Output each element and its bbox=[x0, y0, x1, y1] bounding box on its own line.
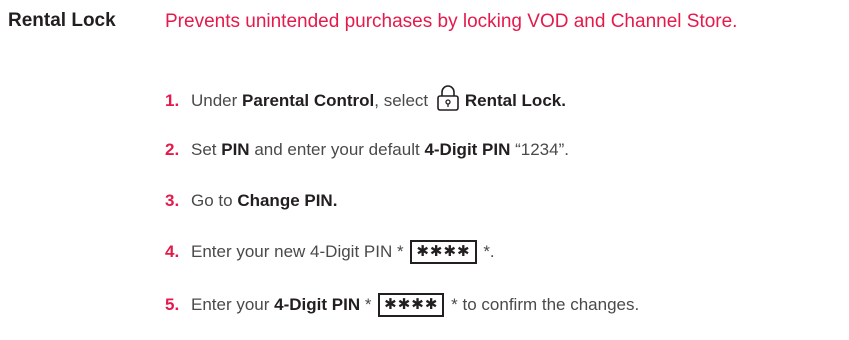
step-4: 4. Enter your new 4-Digit PIN * ✱✱✱✱ *. bbox=[165, 240, 495, 264]
section-term: Rental Lock bbox=[8, 10, 116, 31]
pin-label: 4-Digit PIN bbox=[274, 295, 361, 314]
step-number: 1. bbox=[165, 91, 180, 110]
step-number: 5. bbox=[165, 295, 180, 314]
step-2: 2. Set PIN and enter your default 4-Digit… bbox=[165, 138, 569, 162]
section-description: Prevents unintended purchases by locking… bbox=[165, 11, 738, 32]
pin-entry-box: ✱✱✱✱ bbox=[410, 240, 477, 264]
step-5: 5. Enter your 4-Digit PIN * ✱✱✱✱ * to con… bbox=[165, 293, 639, 317]
step-3: 3. Go to Change PIN. bbox=[165, 189, 337, 213]
step-number: 4. bbox=[165, 242, 180, 261]
menu-item: Change PIN. bbox=[237, 191, 338, 210]
menu-item: PIN bbox=[221, 140, 250, 159]
pin-entry-box: ✱✱✱✱ bbox=[378, 293, 445, 317]
step-number: 2. bbox=[165, 140, 180, 159]
menu-item: Rental Lock. bbox=[464, 91, 566, 110]
step-number: 3. bbox=[165, 191, 180, 210]
menu-path: Parental Control bbox=[242, 91, 375, 110]
lock-icon bbox=[435, 84, 461, 119]
step-1: 1. Under Parental Control, select Rental … bbox=[165, 84, 566, 119]
pin-label: 4-Digit PIN bbox=[424, 140, 511, 159]
